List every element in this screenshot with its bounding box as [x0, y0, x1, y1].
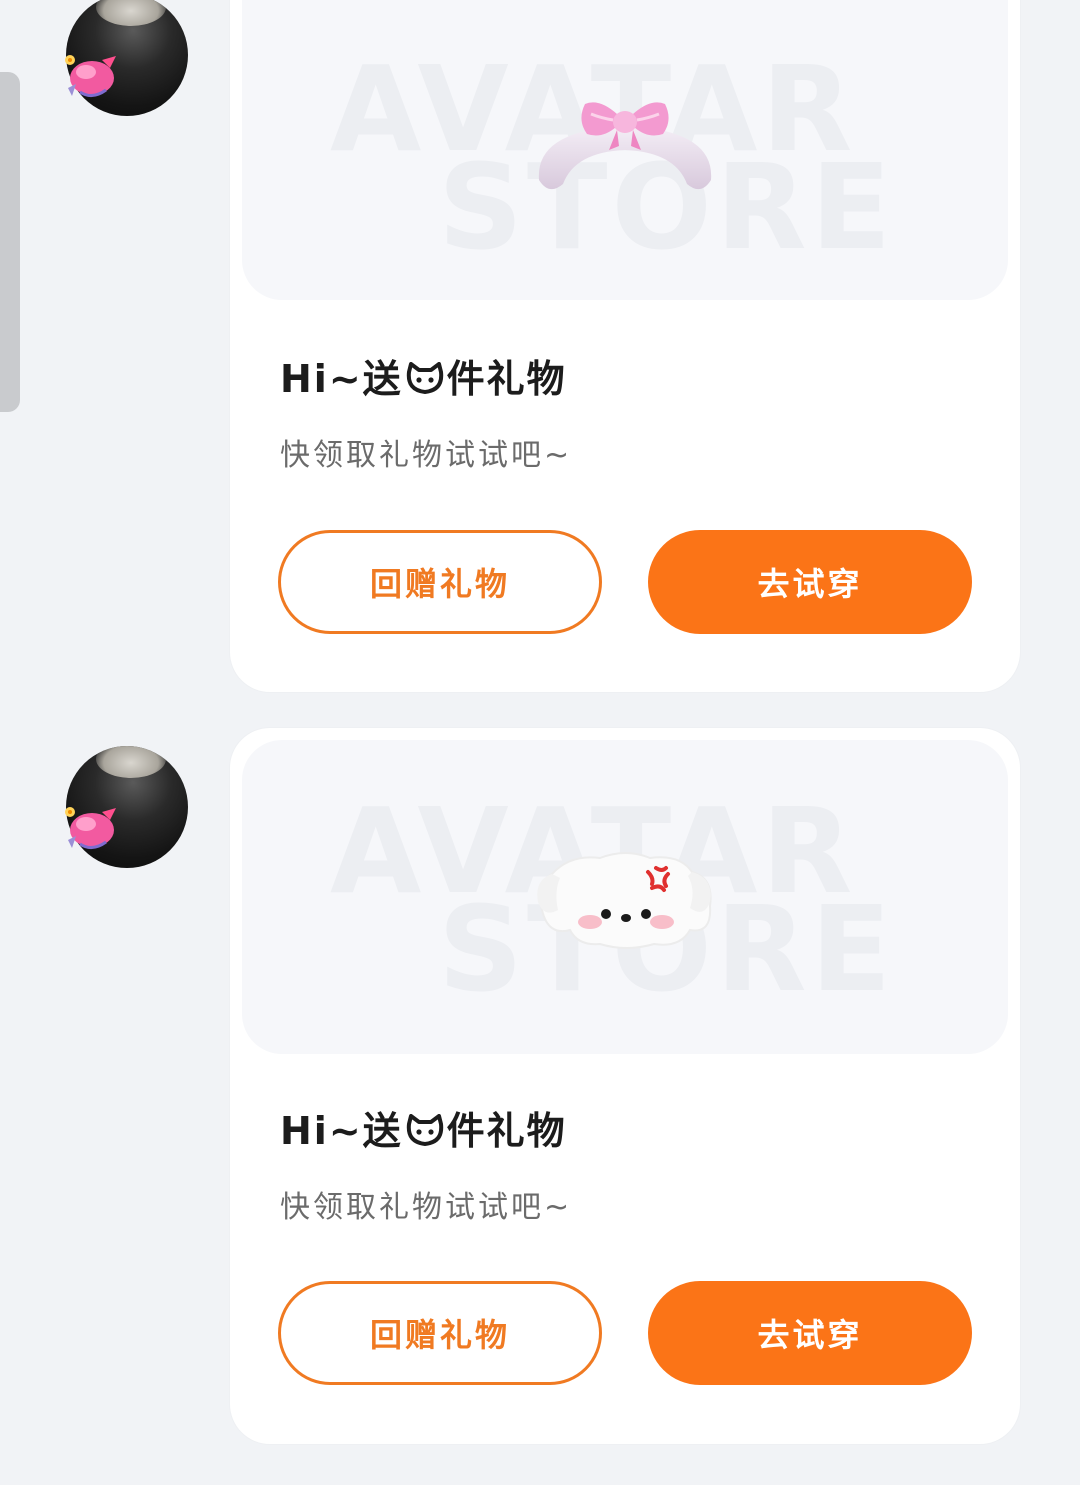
- gift-showcase: AVATAR STORE: [242, 740, 1008, 1054]
- cat-face-icon: [406, 1114, 443, 1146]
- gift-title: Hi~送 件礼物: [280, 1100, 567, 1155]
- try-on-button[interactable]: 去试穿: [648, 1281, 972, 1385]
- cat-face-icon: [406, 362, 443, 394]
- sender-avatar[interactable]: [65, 0, 188, 116]
- gift-subtitle: 快领取礼物试试吧~: [280, 438, 573, 473]
- gift-card: AVATAR STORE Hi~送 件礼物 快领取礼物试试吧~ 回赠礼物 去试穿: [230, 728, 1020, 1444]
- chat-page: AVATAR STORE Hi~送: [0, 0, 1080, 1485]
- gift-card: AVATAR STORE Hi~送: [230, 0, 1020, 692]
- return-gift-button[interactable]: 回赠礼物: [278, 530, 602, 634]
- angry-puppy-head-icon: [537, 852, 712, 949]
- gift-title-prefix: Hi~送: [280, 1109, 403, 1153]
- gift-subtitle: 快领取礼物试试吧~: [280, 1190, 573, 1225]
- sender-avatar[interactable]: [65, 746, 188, 868]
- pink-heart-badge-icon: [65, 807, 116, 849]
- gift-title: Hi~送 件礼物: [280, 348, 567, 403]
- scroll-indicator[interactable]: [0, 72, 20, 412]
- gift-title-suffix: 件礼物: [446, 1109, 567, 1153]
- try-on-button[interactable]: 去试穿: [648, 530, 972, 634]
- gift-title-prefix: Hi~送: [280, 357, 403, 401]
- gift-title-suffix: 件礼物: [446, 357, 567, 401]
- return-gift-button[interactable]: 回赠礼物: [278, 1281, 602, 1385]
- bow-headband-icon: [538, 102, 712, 190]
- gift-showcase: AVATAR STORE: [242, 0, 1008, 300]
- pink-heart-badge-icon: [65, 55, 116, 97]
